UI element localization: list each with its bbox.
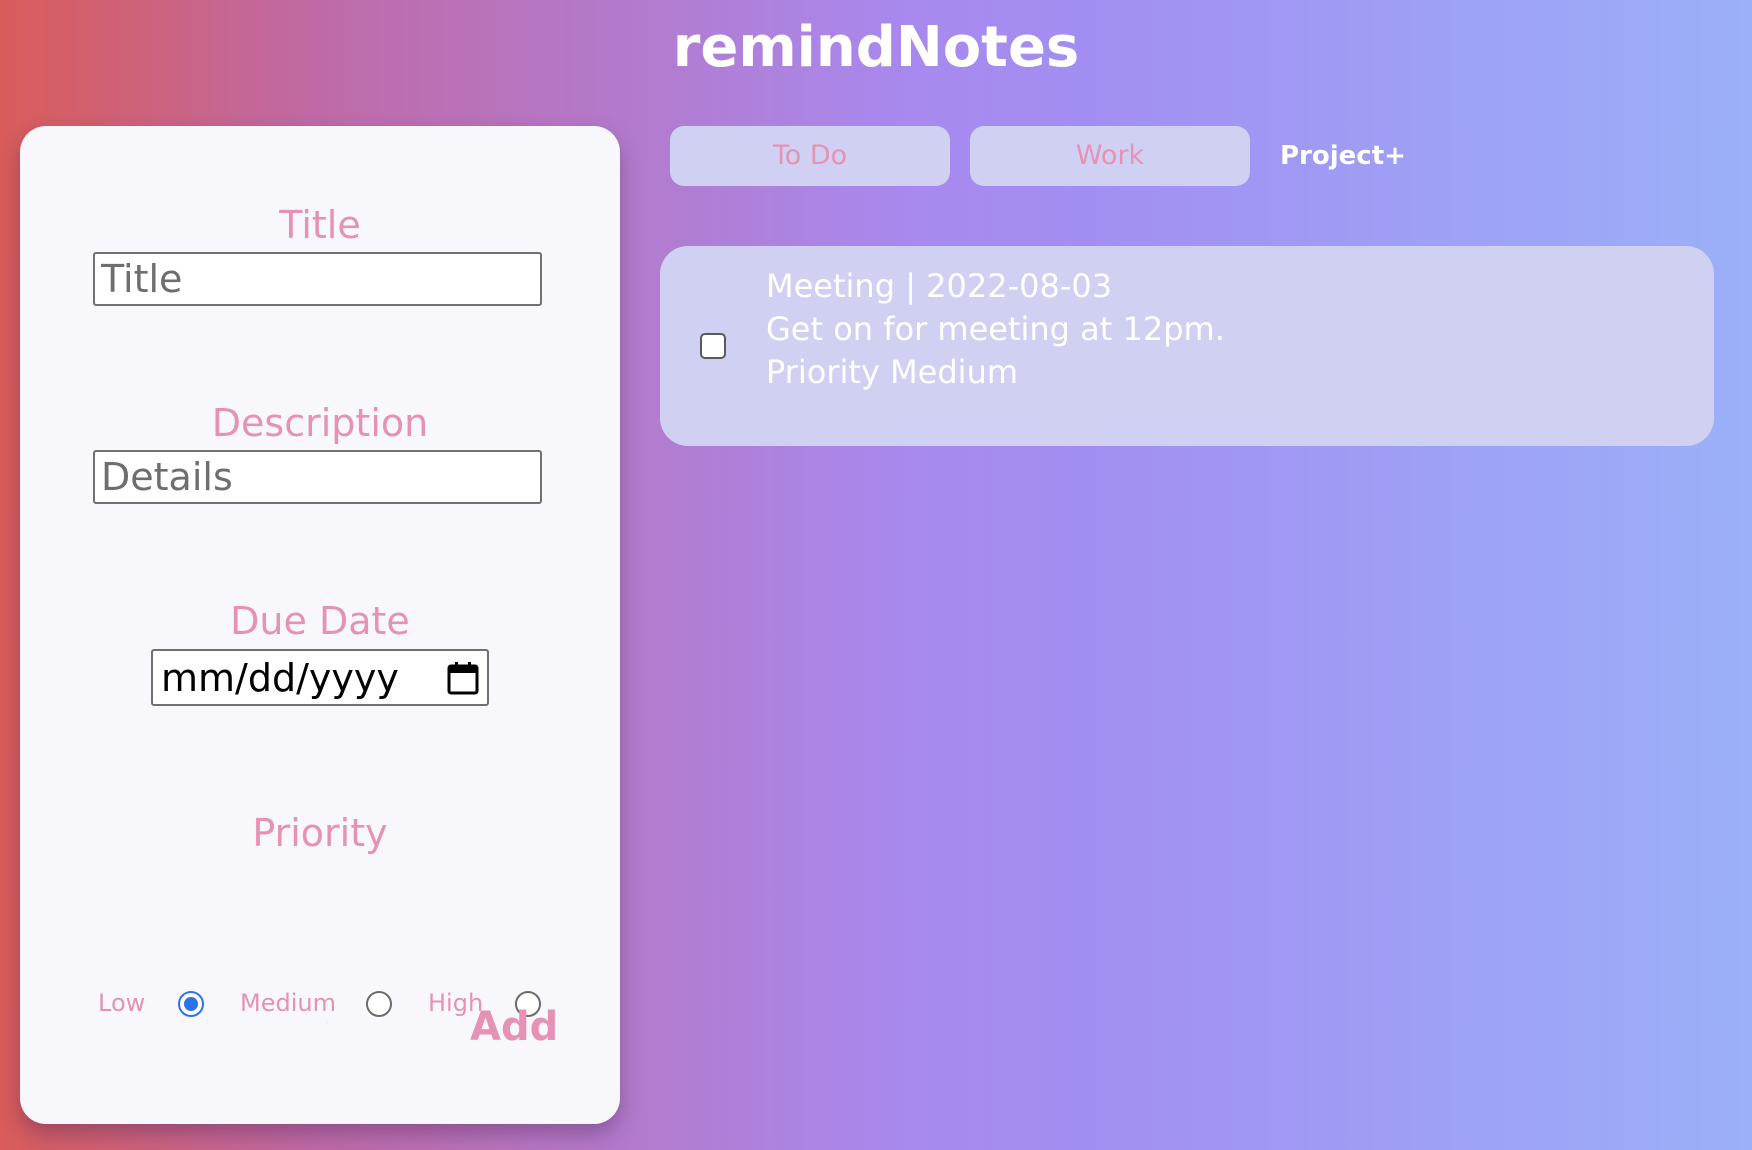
- note-heading: Meeting | 2022-08-03: [766, 267, 1113, 305]
- title-input[interactable]: [93, 252, 542, 306]
- description-input[interactable]: [93, 450, 542, 504]
- due-date-label: Due Date: [230, 599, 410, 643]
- priority-medium-radio[interactable]: [366, 991, 392, 1017]
- note-card: Meeting | 2022-08-03 Get on for meeting …: [660, 246, 1714, 446]
- note-complete-checkbox[interactable]: [700, 333, 726, 359]
- tab-to-do[interactable]: To Do: [670, 126, 950, 186]
- app-title: remindNotes: [672, 15, 1080, 80]
- note-priority: Priority Medium: [766, 353, 1019, 391]
- add-button[interactable]: Add: [470, 1004, 558, 1050]
- new-note-form: Title Description Due Date mm/dd/yyyy Pr…: [20, 126, 620, 1124]
- priority-label: Priority: [252, 811, 388, 855]
- priority-low-label: Low: [98, 989, 146, 1017]
- description-label: Description: [211, 401, 429, 445]
- calendar-icon[interactable]: [447, 661, 479, 695]
- note-description: Get on for meeting at 12pm.: [766, 310, 1225, 348]
- priority-low-radio[interactable]: [178, 991, 204, 1017]
- add-project-button[interactable]: Project+: [1280, 126, 1406, 186]
- priority-medium-label: Medium: [240, 989, 336, 1017]
- due-date-placeholder: mm/dd/yyyy: [161, 655, 399, 700]
- due-date-input[interactable]: mm/dd/yyyy: [151, 649, 489, 706]
- title-label: Title: [279, 203, 361, 247]
- tab-work[interactable]: Work: [970, 126, 1250, 186]
